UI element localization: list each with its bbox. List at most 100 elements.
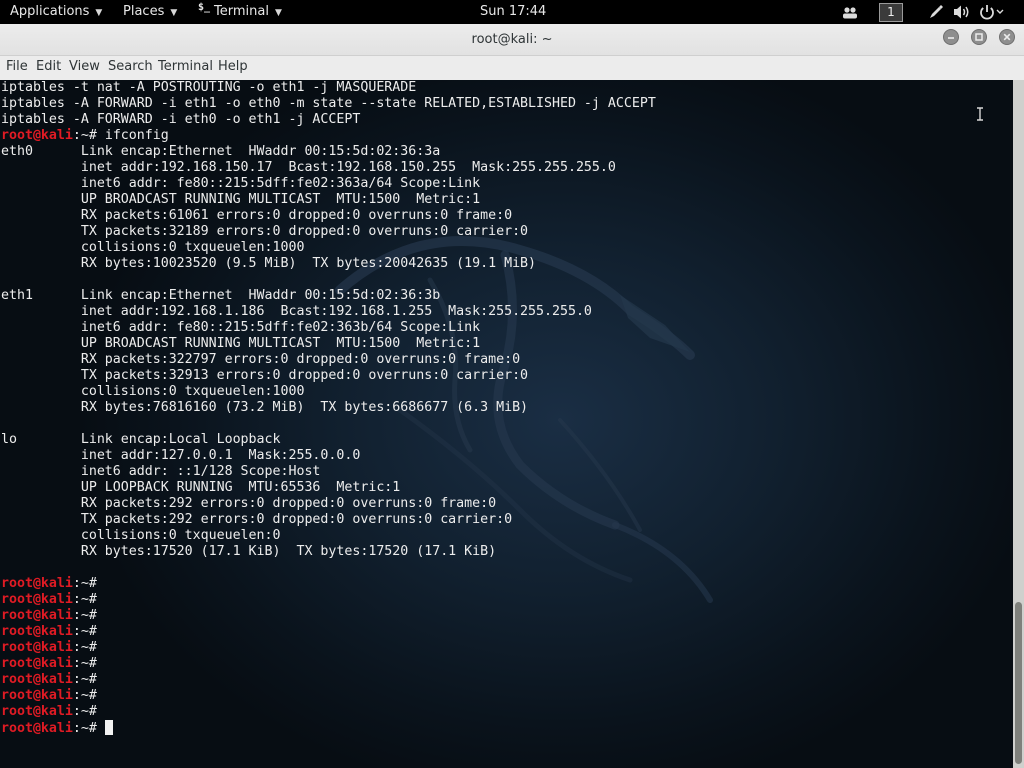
prompt-user-host: root@kali bbox=[1, 592, 73, 607]
menu-help[interactable]: Help bbox=[218, 56, 248, 80]
maximize-icon bbox=[975, 33, 983, 41]
terminal-cursor bbox=[104, 720, 113, 735]
terminal-output-line: TX packets:292 errors:0 dropped:0 overru… bbox=[1, 512, 513, 527]
places-label: Places bbox=[123, 4, 165, 19]
prompt-suffix: :~# bbox=[72, 640, 97, 655]
menubar: File Edit View Search Terminal Help bbox=[0, 56, 1024, 81]
prompt-command bbox=[97, 656, 105, 671]
terminal-output-line: inet addr:192.168.150.17 Bcast:192.168.1… bbox=[1, 160, 616, 175]
prompt-user-host: root@kali bbox=[1, 608, 73, 623]
terminal-output-line: UP LOOPBACK RUNNING MTU:65536 Metric:1 bbox=[1, 480, 401, 495]
close-icon bbox=[1003, 33, 1011, 41]
terminal-prompt-line: root@kali:~# bbox=[1, 576, 105, 592]
top-bar: Applications ▼ Places ▼ $_ Terminal ▼ Sun 17… bbox=[0, 0, 1024, 24]
prompt-user-host: root@kali bbox=[1, 624, 73, 639]
terminal-prompt-line: root@kali:~# bbox=[1, 720, 113, 736]
prompt-user-host: root@kali bbox=[1, 128, 73, 143]
prompt-user-host: root@kali bbox=[1, 688, 73, 703]
terminal-prompt-line: root@kali:~# bbox=[1, 592, 105, 608]
terminal-output-line: RX packets:292 errors:0 dropped:0 overru… bbox=[1, 496, 497, 511]
terminal-prompt-line: root@kali:~# ifconfig bbox=[1, 128, 169, 144]
maximize-button[interactable] bbox=[971, 29, 987, 45]
users-icon[interactable] bbox=[842, 5, 858, 19]
terminal-output-line: inet6 addr: fe80::215:5dff:fe02:363b/64 … bbox=[1, 320, 481, 335]
prompt-command bbox=[97, 704, 105, 719]
terminal-output[interactable]: iptables -t nat -A POSTROUTING -o eth1 -… bbox=[0, 80, 1013, 768]
terminal-output-line: eth0 Link encap:Ethernet HWaddr 00:15:5d… bbox=[1, 144, 457, 159]
prompt-user-host: root@kali bbox=[1, 656, 73, 671]
terminal-app-label: Terminal bbox=[214, 4, 269, 19]
menu-edit[interactable]: Edit bbox=[36, 56, 61, 80]
prompt-command: ifconfig bbox=[96, 128, 169, 143]
terminal-prompt-line: root@kali:~# bbox=[1, 640, 105, 656]
terminal-prompt-line: root@kali:~# bbox=[1, 672, 105, 688]
terminal-output-line: inet addr:127.0.0.1 Mask:255.0.0.0 bbox=[1, 448, 361, 463]
prompt-suffix: :~# bbox=[72, 656, 97, 671]
prompt-suffix: :~# bbox=[72, 592, 97, 607]
terminal-output-line: collisions:0 txqueuelen:1000 bbox=[1, 240, 313, 255]
window-titlebar[interactable]: root@kali: ~ bbox=[0, 24, 1024, 56]
terminal-output-line: RX bytes:10023520 (9.5 MiB) TX bytes:200… bbox=[1, 256, 537, 271]
terminal-output-line: iptables -A FORWARD -i eth0 -o eth1 -j A… bbox=[1, 112, 361, 127]
prompt-user-host: root@kali bbox=[1, 640, 73, 655]
prompt-suffix: :~# bbox=[72, 624, 97, 639]
terminal-output-line: UP BROADCAST RUNNING MULTICAST MTU:1500 … bbox=[1, 192, 481, 207]
prompt-suffix: :~# bbox=[72, 704, 97, 719]
terminal-output-line: RX bytes:76816160 (73.2 MiB) TX bytes:66… bbox=[1, 400, 529, 415]
clock[interactable]: Sun 17:44 bbox=[480, 0, 546, 24]
prompt-command bbox=[97, 624, 105, 639]
terminal-prompt-line: root@kali:~# bbox=[1, 656, 105, 672]
chevron-down-icon: ▼ bbox=[170, 8, 178, 18]
prompt-command bbox=[97, 640, 105, 655]
terminal-scrollbar[interactable] bbox=[1013, 80, 1024, 768]
prompt-suffix: :~# bbox=[72, 672, 97, 687]
menu-search[interactable]: Search bbox=[108, 56, 153, 80]
prompt-user-host: root@kali bbox=[1, 576, 73, 591]
prompt-user-host: root@kali bbox=[1, 721, 73, 736]
terminal-output-line: TX packets:32913 errors:0 dropped:0 over… bbox=[1, 368, 529, 383]
terminal-output-line: RX packets:322797 errors:0 dropped:0 ove… bbox=[1, 352, 521, 367]
scrollbar-thumb[interactable] bbox=[1015, 602, 1022, 764]
close-button[interactable] bbox=[999, 29, 1015, 45]
terminal-output-line: collisions:0 txqueuelen:1000 bbox=[1, 384, 313, 399]
chevron-down-icon: ▼ bbox=[274, 8, 282, 18]
terminal-output-line: eth1 Link encap:Ethernet HWaddr 00:15:5d… bbox=[1, 288, 457, 303]
terminal-icon: $_ bbox=[198, 2, 211, 13]
menu-terminal[interactable]: Terminal bbox=[158, 56, 213, 80]
text-cursor-icon bbox=[977, 107, 983, 121]
applications-menu[interactable]: Applications ▼ bbox=[10, 0, 102, 24]
workspace-indicator[interactable]: 1 bbox=[879, 3, 903, 22]
minimize-button[interactable] bbox=[943, 29, 959, 45]
terminal-prompt-line: root@kali:~# bbox=[1, 688, 105, 704]
prompt-command bbox=[97, 592, 105, 607]
terminal-prompt-line: root@kali:~# bbox=[1, 704, 105, 720]
terminal-output-line: UP BROADCAST RUNNING MULTICAST MTU:1500 … bbox=[1, 336, 481, 351]
prompt-command bbox=[97, 672, 105, 687]
terminal-output-line: TX packets:32189 errors:0 dropped:0 over… bbox=[1, 224, 529, 239]
prompt-suffix: :~# bbox=[72, 576, 97, 591]
prompt-command bbox=[97, 608, 105, 623]
minimize-icon bbox=[948, 37, 954, 39]
menu-file[interactable]: File bbox=[6, 56, 28, 80]
terminal-output-line: inet6 addr: ::1/128 Scope:Host bbox=[1, 464, 321, 479]
prompt-command bbox=[97, 721, 105, 736]
prompt-user-host: root@kali bbox=[1, 672, 73, 687]
terminal-output-line: lo Link encap:Local Loopback bbox=[1, 432, 297, 447]
menu-view[interactable]: View bbox=[69, 56, 100, 80]
prompt-suffix: :~# bbox=[72, 128, 97, 143]
prompt-command bbox=[97, 576, 105, 591]
prompt-suffix: :~# bbox=[72, 688, 97, 703]
terminal-output-line: iptables -A FORWARD -i eth1 -o eth0 -m s… bbox=[1, 96, 656, 111]
prompt-suffix: :~# bbox=[72, 608, 97, 623]
terminal-output-line: RX packets:61061 errors:0 dropped:0 over… bbox=[1, 208, 513, 223]
applications-label: Applications bbox=[10, 4, 90, 19]
prompt-suffix: :~# bbox=[72, 721, 97, 736]
terminal-output-line: inet addr:192.168.1.186 Bcast:192.168.1.… bbox=[1, 304, 592, 319]
prompt-command bbox=[97, 688, 105, 703]
window-title: root@kali: ~ bbox=[471, 32, 553, 47]
terminal-output-line: inet6 addr: fe80::215:5dff:fe02:363a/64 … bbox=[1, 176, 481, 191]
places-menu[interactable]: Places ▼ bbox=[123, 0, 177, 24]
terminal-app-menu[interactable]: $_ Terminal ▼ bbox=[198, 0, 282, 24]
chevron-down-icon: ▼ bbox=[95, 8, 103, 18]
terminal-prompt-line: root@kali:~# bbox=[1, 624, 105, 640]
